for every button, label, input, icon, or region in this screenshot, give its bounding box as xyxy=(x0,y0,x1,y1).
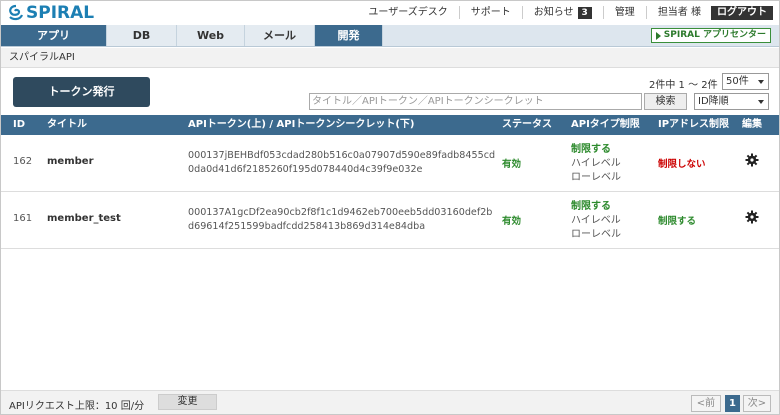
api-type-limit: 制限する ハイレベル ローレベル xyxy=(571,143,621,185)
top-nav: ユーザーズデスク サポート お知らせ 3 管理 担当者 様 ログアウト xyxy=(357,4,773,21)
api-token: 000137jBEHBdf053cdad280b516c0a07907d590e… xyxy=(188,150,496,161)
col-token: APIトークン(上) / APIトークンシークレット(下) xyxy=(188,119,415,130)
next-page-button[interactable]: 次> xyxy=(743,395,771,412)
result-count: 2件中 1 ～ 2件 xyxy=(649,80,718,91)
tab-web[interactable]: Web xyxy=(177,25,245,46)
status-badge: 有効 xyxy=(502,159,522,170)
search-input[interactable]: タイトル／APIトークン／APIトークンシークレット xyxy=(309,93,642,110)
app-center-label: SPIRAL アプリセンター xyxy=(663,30,766,40)
status-badge: 有効 xyxy=(502,216,522,227)
ip-limit: 制限しない xyxy=(658,159,706,170)
page-1-button[interactable]: 1 xyxy=(725,395,740,412)
notice-link[interactable]: お知らせ 3 xyxy=(521,6,603,19)
api-type-high: ハイレベル xyxy=(571,215,621,226)
per-page-value: 50件 xyxy=(726,76,749,87)
chevron-down-icon xyxy=(758,100,764,104)
api-type-low: ローレベル xyxy=(571,229,621,240)
user-desk-link[interactable]: ユーザーズデスク xyxy=(357,6,458,19)
ip-limit: 制限する xyxy=(658,216,697,227)
chevron-down-icon xyxy=(758,80,764,84)
api-request-limit: APIリクエスト上限：10 回/分 xyxy=(9,401,145,412)
row-title: member_test xyxy=(47,213,121,224)
col-edit: 編集 xyxy=(742,119,762,130)
row-token: 000137A1gcDf2ea90cb2f8f1c1d9462eb700eeb5… xyxy=(188,206,492,234)
api-type-high: ハイレベル xyxy=(571,158,621,169)
api-type-limit: 制限する ハイレベル ローレベル xyxy=(571,200,621,242)
api-type-low: ローレベル xyxy=(571,172,621,183)
play-triangle-icon xyxy=(655,31,661,40)
support-link[interactable]: サポート xyxy=(458,6,522,19)
top-bar: SPIRAL ユーザーズデスク サポート お知らせ 3 管理 担当者 様 ログア… xyxy=(1,1,779,25)
app-center-button[interactable]: SPIRAL アプリセンター xyxy=(650,28,771,43)
sort-select[interactable]: ID降順 xyxy=(694,93,769,110)
logo-text: SPIRAL xyxy=(26,3,95,23)
api-token: 000137A1gcDf2ea90cb2f8f1c1d9462eb700eeb5… xyxy=(188,207,493,218)
app-frame: SPIRAL ユーザーズデスク サポート お知らせ 3 管理 担当者 様 ログア… xyxy=(0,0,780,415)
issue-token-button[interactable]: トークン発行 xyxy=(13,77,150,107)
tab-app[interactable]: アプリ xyxy=(1,25,107,46)
table-header: ID タイトル APIトークン(上) / APIトークンシークレット(下) ステ… xyxy=(1,115,779,135)
col-status: ステータス xyxy=(502,119,552,130)
row-id: 161 xyxy=(13,213,33,224)
breadcrumb: スパイラルAPI xyxy=(1,48,779,68)
change-limit-button[interactable]: 変更 xyxy=(158,394,217,410)
col-id: ID xyxy=(13,119,26,130)
api-token-secret: 0da0d41d6f2185260f195d078440d4c39f9e032e xyxy=(188,164,423,175)
main-nav: アプリ DB Web メール 開発 SPIRAL アプリセンター xyxy=(1,25,779,47)
sort-value: ID降順 xyxy=(698,96,729,107)
col-ip: IPアドレス制限 xyxy=(658,119,730,130)
table-row: 161 member_test 000137A1gcDf2ea90cb2f8f1… xyxy=(1,192,779,249)
row-token: 000137jBEHBdf053cdad280b516c0a07907d590e… xyxy=(188,149,495,177)
tab-dev[interactable]: 開発 xyxy=(315,25,383,46)
gear-icon[interactable] xyxy=(745,153,759,167)
per-page-select[interactable]: 50件 xyxy=(722,73,769,90)
assignee-name: 担当者 様 xyxy=(645,6,707,19)
tab-db[interactable]: DB xyxy=(107,25,177,46)
row-title: member xyxy=(47,156,94,167)
admin-link[interactable]: 管理 xyxy=(602,6,646,19)
logout-button[interactable]: ログアウト xyxy=(711,5,773,20)
table-row: 162 member 000137jBEHBdf053cdad280b516c0… xyxy=(1,135,779,192)
spiral-logo-icon xyxy=(7,4,25,22)
col-title: タイトル xyxy=(47,119,87,130)
spiral-logo[interactable]: SPIRAL xyxy=(7,3,94,23)
notice-label: お知らせ xyxy=(533,7,574,18)
row-id: 162 xyxy=(13,156,33,167)
col-api-type: APIタイプ制限 xyxy=(571,119,640,130)
prev-page-button[interactable]: <前 xyxy=(691,395,721,412)
notice-count-badge: 3 xyxy=(577,6,592,19)
api-token-secret: d69614f251599badfcdd258413b869d314e84dba xyxy=(188,221,426,232)
search-button[interactable]: 検索 xyxy=(644,93,687,110)
gear-icon[interactable] xyxy=(745,210,759,224)
api-type-restrict: 制限する xyxy=(571,144,611,155)
tab-mail[interactable]: メール xyxy=(245,25,315,46)
api-type-restrict: 制限する xyxy=(571,201,611,212)
footer-bar: APIリクエスト上限：10 回/分 変更 <前 1 次> xyxy=(1,390,779,414)
